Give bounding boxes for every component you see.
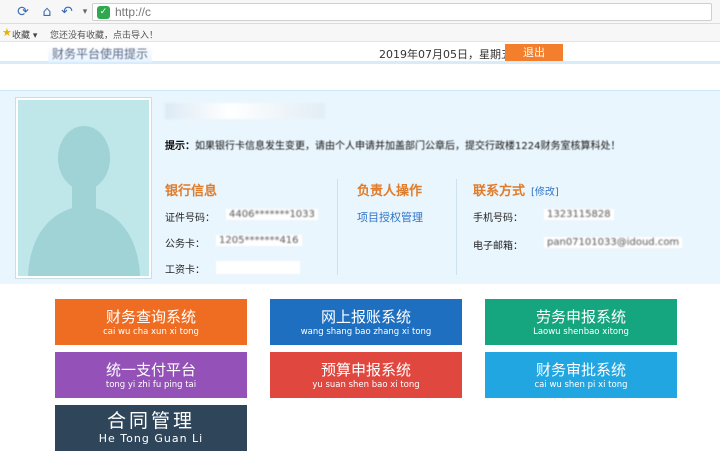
id-number-label: 证件号码：	[165, 213, 215, 224]
tile-unified-payment[interactable]: 统一支付平台 tong yi zhi fu ping tai	[55, 352, 247, 398]
tile-online-reimbursement[interactable]: 网上报账系统 wang shang bao zhang xi tong	[270, 299, 462, 345]
tile-title: 网上报账系统	[320, 308, 411, 326]
manager-title: 负责人操作	[357, 184, 423, 199]
tile-pinyin: He Tong Guan Li	[98, 432, 204, 445]
address-bar[interactable]: ✓ http://c	[92, 3, 712, 21]
tile-finance-approval[interactable]: 财务审批系统 cai wu shen pi xi tong	[485, 352, 677, 398]
tile-title: 财务审批系统	[535, 361, 626, 379]
tile-pinyin: tong yi zhi fu ping tai	[105, 380, 197, 390]
home-icon[interactable]: ⌂	[38, 3, 56, 21]
bookmarks-import-hint[interactable]: 您还没有收藏，点击导入！	[50, 28, 158, 41]
mobile-label: 手机号码：	[473, 213, 523, 224]
tile-finance-query[interactable]: 财务查询系统 cai wu cha xun xi tong	[55, 299, 247, 345]
salary-card-value	[216, 261, 300, 274]
divider	[456, 179, 457, 275]
tile-budget-declaration[interactable]: 预算申报系统 yu suan shen bao xi tong	[270, 352, 462, 398]
bookmarks-bar: ★ 收藏 ▾ 您还没有收藏，点击导入！	[0, 24, 720, 42]
email-label: 电子邮箱：	[473, 241, 523, 252]
tile-title: 财务查询系统	[105, 308, 196, 326]
bank-info-title: 银行信息	[165, 184, 218, 199]
browser-toolbar: ⟳ ⌂ ↶ ▾ ✓ http://c	[0, 0, 720, 24]
official-card-value: 1205*******416	[216, 235, 302, 246]
salary-card-label: 工资卡：	[165, 265, 205, 276]
page-header: 财务平台使用提示 2019年07月05日，星期五 退出	[0, 42, 720, 64]
logout-button[interactable]: 退出	[505, 44, 563, 61]
tile-title: 劳务申报系统	[535, 308, 626, 326]
contact-title-text: 联系方式	[473, 184, 526, 199]
notice-body: 如果银行卡信息发生变更，请由个人申请并加盖部门公章后，提交行政楼1224财务室核…	[195, 141, 621, 152]
divider	[337, 179, 338, 275]
tile-labor-declaration[interactable]: 劳务申报系统 Laowu shenbao xitong	[485, 299, 677, 345]
id-number-value: 4406*******1033	[226, 209, 318, 220]
tile-pinyin: yu suan shen bao xi tong	[312, 380, 420, 390]
tile-title: 合同管理	[106, 410, 195, 432]
current-date: 2019年07月05日，星期五	[379, 48, 512, 61]
tile-title: 统一支付平台	[105, 361, 196, 379]
tile-pinyin: cai wu shen pi xi tong	[534, 380, 628, 390]
secure-shield-icon: ✓	[97, 6, 110, 19]
tile-pinyin: cai wu cha xun xi tong	[103, 327, 199, 337]
page-title: 财务平台使用提示	[48, 45, 153, 62]
official-card-label: 公务卡：	[165, 239, 205, 250]
refresh-icon[interactable]: ⟳	[14, 3, 32, 21]
email-value: pan07101033@idoud.com	[544, 237, 683, 248]
bookmark-star-icon: ★	[2, 26, 12, 39]
project-authorization-link[interactable]: 项目授权管理	[357, 209, 423, 225]
edit-contact-link[interactable]: [修改]	[531, 187, 559, 198]
mobile-value: 1323115828	[544, 209, 614, 220]
tile-contract-management[interactable]: 合同管理 He Tong Guan Li	[55, 405, 247, 451]
tile-pinyin: wang shang bao zhang xi tong	[300, 327, 432, 337]
contact-title: 联系方式 [修改]	[473, 180, 559, 199]
user-photo	[16, 98, 151, 278]
notice-text: 提示：如果银行卡信息发生变更，请由个人申请并加盖部门公章后，提交行政楼1224财…	[165, 137, 620, 152]
profile-panel: 提示：如果银行卡信息发生变更，请由个人申请并加盖部门公章后，提交行政楼1224财…	[0, 90, 720, 284]
notice-prefix: 提示：	[165, 141, 195, 152]
user-name-redacted	[165, 103, 325, 119]
tile-title: 预算申报系统	[320, 361, 411, 379]
back-icon[interactable]: ↶	[58, 3, 76, 21]
bookmarks-menu[interactable]: 收藏 ▾	[12, 28, 37, 41]
url-text: http://c	[115, 5, 152, 19]
tile-pinyin: Laowu shenbao xitong	[533, 327, 629, 337]
